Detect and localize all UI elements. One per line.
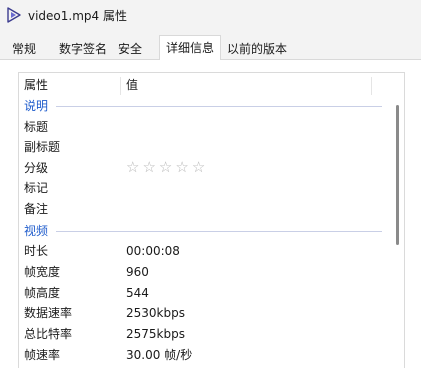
property-name: 帧高度: [24, 286, 61, 300]
property-row-frame-width[interactable]: 帧宽度 960: [24, 262, 374, 282]
group-divider: [56, 231, 382, 232]
property-name: 帧速率: [24, 348, 61, 362]
title-bar: video1.mp4 属性: [0, 0, 421, 30]
group-heading-description: 说明: [24, 96, 382, 116]
star-empty-icon[interactable]: ☆: [175, 158, 191, 176]
scrollbar-thumb[interactable]: [396, 105, 399, 245]
property-value[interactable]: 2530kbps: [126, 303, 185, 323]
property-row-tags[interactable]: 标记: [24, 178, 374, 198]
property-value[interactable]: 2575kbps: [126, 324, 185, 344]
property-value[interactable]: 960: [126, 262, 149, 282]
property-row-subtitle[interactable]: 副标题: [24, 137, 374, 157]
rating-stars[interactable]: ☆☆☆☆☆: [126, 157, 208, 177]
property-name: 时长: [24, 244, 49, 258]
vertical-scrollbar[interactable]: [391, 97, 403, 368]
star-empty-icon[interactable]: ☆: [159, 158, 175, 176]
property-row-data-rate[interactable]: 数据速率 2530kbps: [24, 303, 374, 323]
star-empty-icon[interactable]: ☆: [192, 158, 208, 176]
property-row-total-bitrate[interactable]: 总比特率 2575kbps: [24, 324, 374, 344]
property-value[interactable]: 30.00 帧/秒: [126, 345, 192, 365]
group-heading-video: 视频: [24, 221, 382, 241]
property-row-title[interactable]: 标题: [24, 117, 374, 137]
property-name: 帧宽度: [24, 265, 61, 279]
property-value[interactable]: 00:00:08: [126, 241, 180, 261]
tab-strip: 常规 数字签名 安全 详细信息 以前的版本: [0, 35, 421, 61]
group-heading-label: 视频: [24, 224, 49, 238]
tab-details[interactable]: 详细信息: [159, 35, 221, 61]
star-empty-icon[interactable]: ☆: [126, 158, 142, 176]
column-divider[interactable]: [120, 77, 121, 95]
property-name: 备注: [24, 202, 49, 216]
tab-previous-versions[interactable]: 以前的版本: [223, 38, 291, 60]
property-row-comments[interactable]: 备注: [24, 199, 374, 219]
property-row-length[interactable]: 时长 00:00:08: [24, 241, 374, 261]
property-value[interactable]: 544: [126, 283, 149, 303]
property-name: 总比特率: [24, 327, 73, 341]
property-name: 分级: [24, 161, 49, 175]
star-empty-icon[interactable]: ☆: [142, 158, 158, 176]
property-name: 标题: [24, 120, 49, 134]
property-list[interactable]: 属性 值 说明 标题 副标题 分级 ☆☆☆☆☆ 标记 备注 视频 时长 00:0…: [18, 72, 405, 368]
property-row-frame-rate[interactable]: 帧速率 30.00 帧/秒: [24, 345, 374, 365]
property-row-rating[interactable]: 分级 ☆☆☆☆☆: [24, 158, 374, 178]
group-divider: [56, 106, 382, 107]
video-file-icon: [6, 7, 22, 23]
window-title: video1.mp4 属性: [28, 8, 127, 23]
property-name: 副标题: [24, 140, 61, 154]
property-name: 标记: [24, 181, 49, 195]
property-name: 数据速率: [24, 306, 73, 320]
group-heading-label: 说明: [24, 99, 49, 113]
column-header-property[interactable]: 属性: [24, 73, 48, 97]
details-panel: 属性 值 说明 标题 副标题 分级 ☆☆☆☆☆ 标记 备注 视频 时长 00:0…: [0, 60, 421, 368]
column-header-value[interactable]: 值: [126, 73, 138, 97]
column-divider[interactable]: [371, 77, 372, 95]
tab-digital-signatures[interactable]: 数字签名: [56, 38, 110, 60]
tab-general[interactable]: 常规: [6, 38, 42, 60]
property-row-frame-height[interactable]: 帧高度 544: [24, 283, 374, 303]
tab-security[interactable]: 安全: [114, 38, 146, 60]
